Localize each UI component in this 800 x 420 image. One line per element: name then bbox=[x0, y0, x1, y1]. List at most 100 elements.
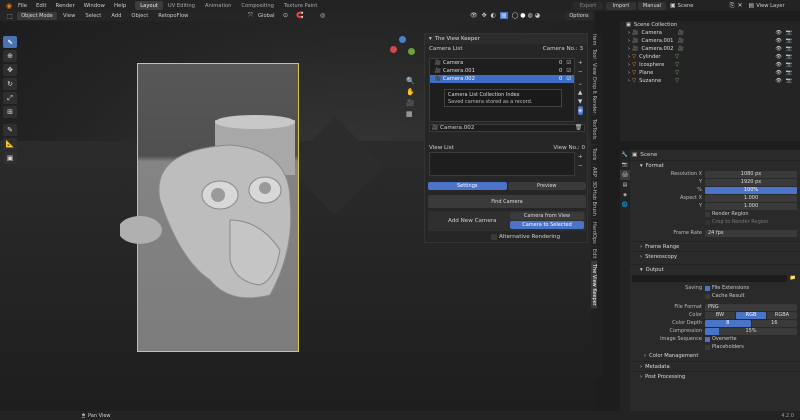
tab-uv-editing[interactable]: UV Editing bbox=[163, 1, 200, 10]
outliner-item[interactable]: › ▽ Icosphere ▽ 👁 📷 bbox=[620, 61, 800, 69]
cursor-tool-icon[interactable]: ⊕ bbox=[3, 50, 17, 62]
render-icon[interactable]: 📷 bbox=[786, 54, 792, 60]
hand-pan-icon[interactable]: ✋ bbox=[406, 86, 415, 97]
file-ext-checkbox[interactable] bbox=[705, 285, 710, 291]
close-icon[interactable]: ✕ bbox=[737, 2, 742, 9]
folder-icon[interactable]: 📁 bbox=[790, 275, 796, 281]
menu-file[interactable]: File bbox=[18, 3, 27, 9]
proportional-edit-icon[interactable]: ◎ bbox=[320, 12, 325, 19]
section-stereoscopy[interactable]: › Stereoscopy bbox=[630, 251, 800, 261]
pivot-icon[interactable]: ⊙ bbox=[283, 12, 288, 19]
material-shading-icon[interactable]: ◍ bbox=[528, 12, 533, 19]
color-rgb-button[interactable]: RGB bbox=[736, 311, 766, 319]
render-icon[interactable]: 📷 bbox=[786, 78, 792, 84]
tab-edit[interactable]: Edit bbox=[591, 247, 597, 261]
tab-arp[interactable]: ARP bbox=[591, 165, 597, 179]
trash-icon[interactable]: 🗑 bbox=[575, 125, 582, 131]
visibility-icon[interactable]: 👁 bbox=[775, 78, 782, 84]
rotate-tool-icon[interactable]: ↻ bbox=[3, 78, 17, 90]
render-icon[interactable]: 📷 bbox=[786, 30, 792, 36]
tab-item[interactable]: Item bbox=[591, 33, 597, 47]
rendered-shading-icon[interactable]: ◕ bbox=[535, 12, 540, 19]
visibility-icon[interactable]: 👁 bbox=[775, 30, 782, 36]
visibility-icon[interactable]: 👁 bbox=[775, 38, 782, 44]
tab-textools[interactable]: TexTools bbox=[591, 115, 597, 145]
render-icon[interactable]: 📷 bbox=[786, 38, 792, 44]
tab-tools[interactable]: Tools bbox=[591, 145, 597, 165]
alt-rendering-checkbox[interactable] bbox=[491, 234, 497, 240]
move-down-icon[interactable]: ▼ bbox=[578, 97, 582, 106]
color-rgba-button[interactable]: RGBA bbox=[767, 311, 797, 319]
z-axis-icon[interactable] bbox=[399, 36, 406, 43]
annotate-tool-icon[interactable]: ✎ bbox=[3, 124, 17, 136]
import-button[interactable]: Import bbox=[606, 1, 636, 10]
tab-view[interactable]: View bbox=[591, 61, 597, 77]
grid-icon[interactable]: ▦ bbox=[406, 108, 413, 119]
tab-3d-hub-brush[interactable]: 3D-Hub Brush bbox=[591, 179, 597, 219]
scale-tool-icon[interactable]: ⤢ bbox=[3, 92, 17, 104]
navigation-gizmo[interactable] bbox=[388, 36, 418, 66]
depth-16-button[interactable]: 16 bbox=[751, 319, 797, 327]
tab-preview[interactable]: Preview bbox=[507, 181, 586, 190]
tab-tool[interactable]: Tool bbox=[591, 47, 597, 61]
section-metadata[interactable]: › Metadata bbox=[630, 361, 800, 371]
remove-view-icon[interactable]: − bbox=[578, 161, 583, 170]
aspect-y-field[interactable]: 1.000 bbox=[705, 202, 797, 210]
camera-from-view-button[interactable]: Camera from View bbox=[510, 212, 584, 220]
visibility-icon[interactable]: 👁 bbox=[775, 62, 782, 68]
section-color-management[interactable]: › Color Management bbox=[630, 351, 800, 361]
view-layer-props-icon[interactable]: ▤ bbox=[620, 180, 630, 190]
checkbox-icon[interactable]: ☑ bbox=[566, 76, 571, 82]
x-axis-icon[interactable] bbox=[390, 46, 397, 53]
view-list[interactable] bbox=[429, 152, 575, 176]
select-tool-icon[interactable]: ⬉ bbox=[3, 36, 17, 48]
list-item-selected[interactable]: 🎥 Camera.002 0 ☑ bbox=[430, 75, 574, 83]
tab-animation[interactable]: Animation bbox=[200, 1, 236, 10]
view-layer-name[interactable]: View Layer bbox=[756, 3, 784, 9]
copy-icon[interactable]: ⎘ bbox=[730, 2, 735, 10]
checkbox-icon[interactable]: ☑ bbox=[566, 68, 571, 74]
list-item[interactable]: 🎥 Camera.001 0 ☑ bbox=[430, 67, 574, 75]
y-axis-icon[interactable] bbox=[408, 48, 415, 55]
transform-orientation-icon[interactable]: ⤧ bbox=[248, 12, 253, 20]
visibility-icon[interactable]: 👁 bbox=[470, 12, 478, 19]
camera-record-icon[interactable]: ◉ bbox=[578, 106, 583, 115]
output-path-field[interactable] bbox=[632, 274, 787, 282]
menu-select[interactable]: Select bbox=[85, 13, 101, 19]
tab-the-view-keeper[interactable]: The View Keeper bbox=[591, 261, 597, 309]
add-cube-tool-icon[interactable]: ▣ bbox=[3, 152, 17, 164]
manual-button[interactable]: Manual bbox=[638, 1, 666, 10]
tab-drop-it-render[interactable]: Drop It Render bbox=[591, 77, 597, 115]
xray-icon[interactable]: ▦ bbox=[499, 12, 508, 19]
tab-texture-paint[interactable]: Texture Paint bbox=[279, 1, 322, 10]
outliner-item[interactable]: › 🎥 Camera 🎥 👁 📷 bbox=[620, 29, 800, 37]
file-format-dropdown[interactable]: PNG bbox=[705, 303, 797, 311]
render-icon[interactable]: 📷 bbox=[786, 46, 792, 52]
gizmo-icon[interactable]: ✥ bbox=[482, 12, 487, 19]
outliner-item[interactable]: › ▽ Plane ▽ 👁 📷 bbox=[620, 69, 800, 77]
remove-item-icon[interactable]: − bbox=[578, 67, 583, 76]
menu-help[interactable]: Help bbox=[114, 3, 126, 9]
overwrite-checkbox[interactable] bbox=[705, 336, 710, 342]
editor-type-icon[interactable]: ⬚ bbox=[3, 13, 17, 20]
render-props-icon[interactable]: 📷 bbox=[620, 160, 630, 170]
section-format[interactable]: ▾ Format bbox=[630, 160, 800, 170]
scene-name[interactable]: Scene bbox=[678, 3, 730, 9]
crop-region-checkbox[interactable] bbox=[705, 219, 710, 225]
scene-props-icon[interactable]: ◈ bbox=[620, 190, 630, 200]
menu-view[interactable]: View bbox=[63, 13, 75, 19]
list-item[interactable]: 🎥 Camera 0 ☑ bbox=[430, 59, 574, 67]
placeholders-checkbox[interactable] bbox=[705, 344, 710, 350]
panel-header[interactable]: ▾ The View Keeper bbox=[425, 34, 587, 44]
snap-icon[interactable]: 🧲 bbox=[296, 12, 303, 19]
cache-result-checkbox[interactable] bbox=[705, 293, 710, 299]
outliner-item[interactable]: › 🎥 Camera.002 🎥 👁 📷 bbox=[620, 45, 800, 53]
tool-props-icon[interactable]: 🔧 bbox=[620, 150, 630, 160]
measure-tool-icon[interactable]: 📐 bbox=[3, 138, 17, 150]
menu-render[interactable]: Render bbox=[55, 3, 74, 9]
res-x-field[interactable]: 1080 px bbox=[705, 170, 797, 178]
move-up-icon[interactable]: ▲ bbox=[578, 88, 582, 97]
zoom-icon[interactable]: 🔍 bbox=[406, 75, 415, 86]
blender-logo-icon[interactable]: ◉ bbox=[3, 2, 15, 10]
aspect-x-field[interactable]: 1.000 bbox=[705, 194, 797, 202]
